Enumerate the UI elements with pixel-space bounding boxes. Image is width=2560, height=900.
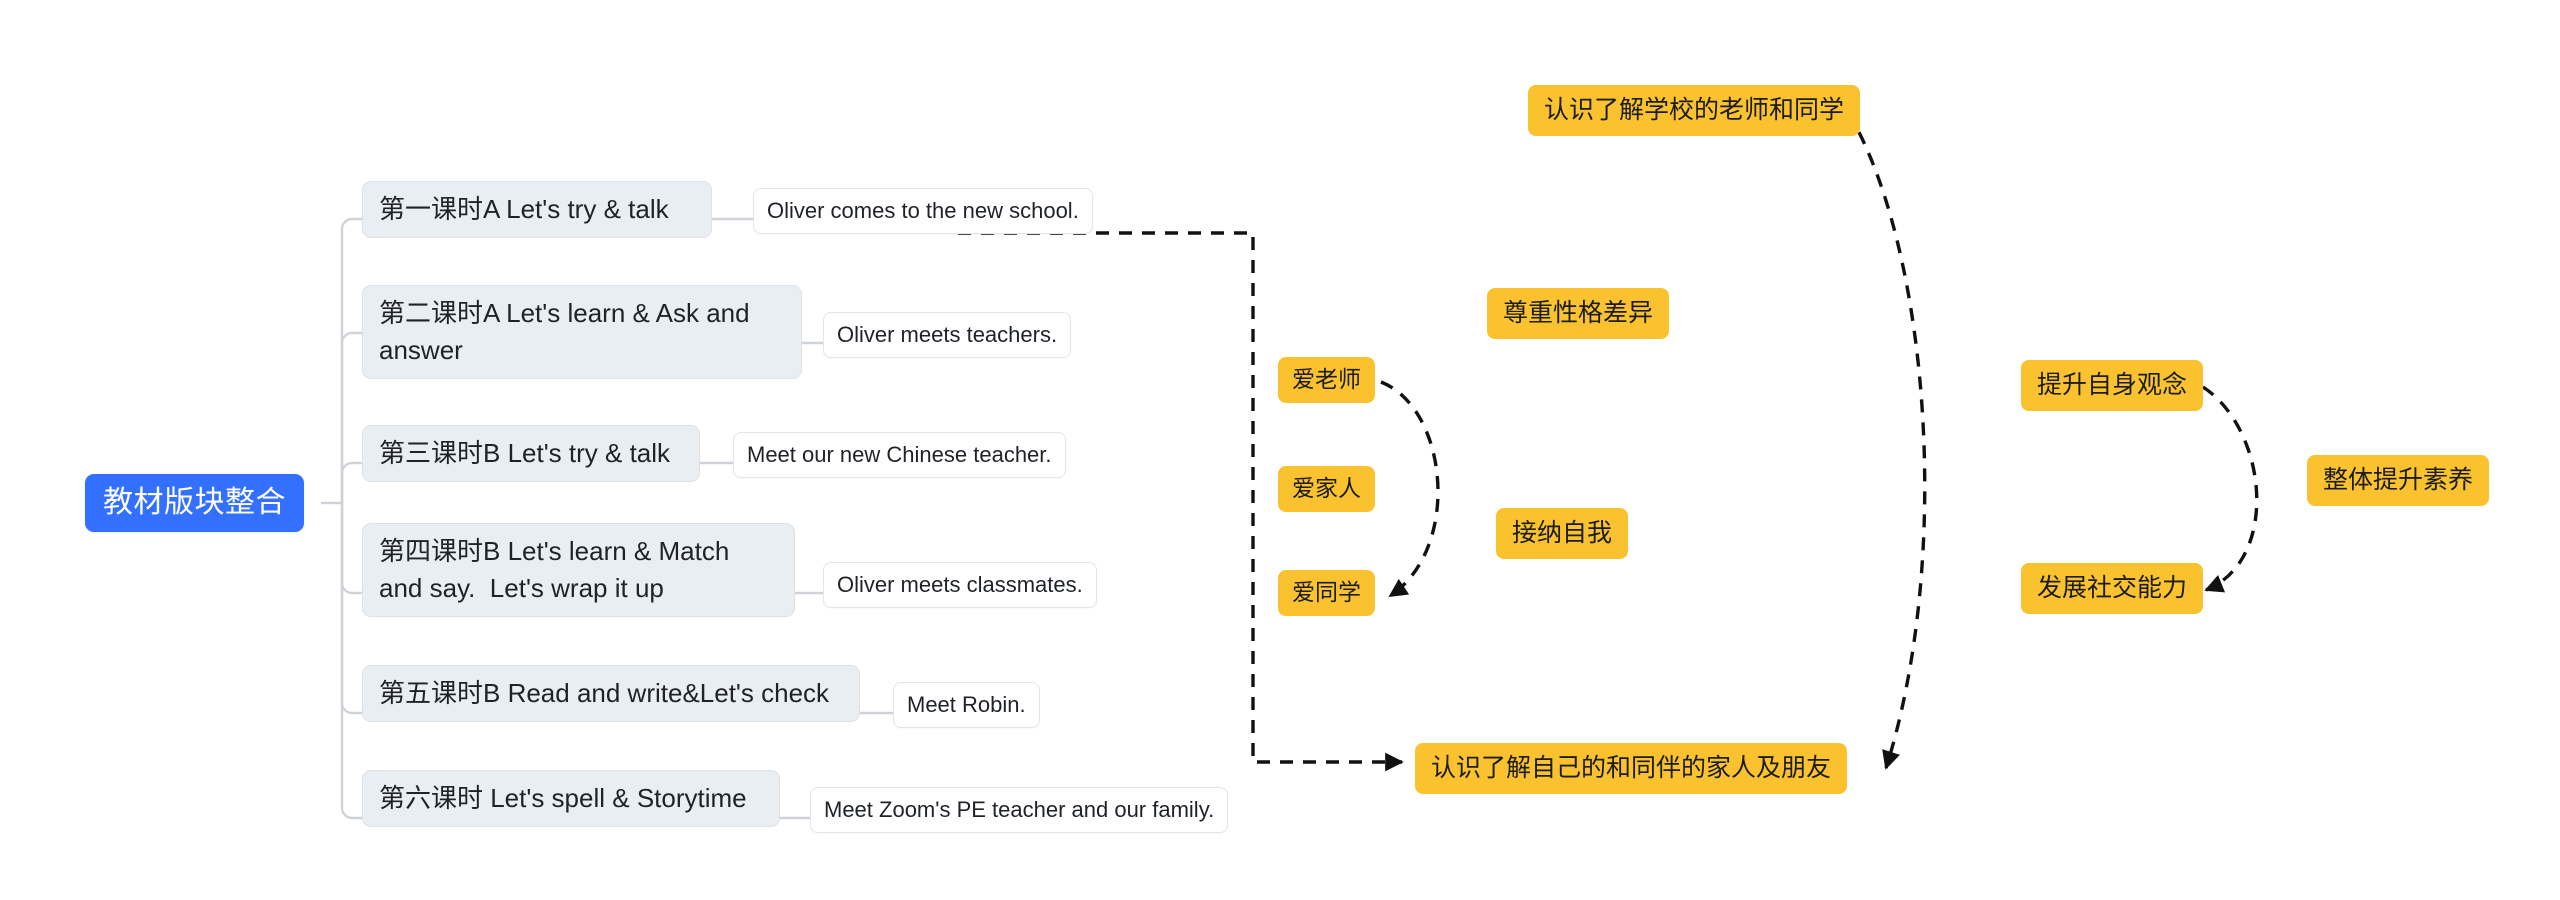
elbow-lesson-3 (340, 461, 364, 505)
goal-node-love-family[interactable]: 爱家人 (1278, 466, 1375, 512)
elbow-lesson-4 (340, 501, 364, 595)
goal-node-improve-self-concept[interactable]: 提升自身观念 (2021, 360, 2204, 411)
goal-node-accept-self[interactable]: 接纳自我 (1496, 508, 1629, 559)
goal-node-know-family-friends[interactable]: 认识了解自己的和同伴的家人及朋友 (1415, 743, 1848, 794)
sentence-node-1[interactable]: Oliver comes to the new school. (753, 188, 1093, 234)
lesson-node-3-label: 第三课时B Let's try & talk (379, 438, 671, 468)
lesson-node-5-label: 第五课时B Read and write&Let's check (379, 678, 830, 708)
lesson-node-1[interactable]: 第一课时A Let's try & talk (362, 181, 712, 238)
root-node-label: 教材版块整合 (103, 486, 286, 519)
goal-node-love-classmate-label: 爱同学 (1292, 579, 1361, 605)
dashed-arrow-school-people-to-family-friends (1846, 111, 1927, 770)
goal-node-love-teacher[interactable]: 爱老师 (1278, 357, 1375, 403)
lesson-node-6-label: 第六课时 Let's spell & Storytime (379, 783, 747, 813)
goal-node-social-skill[interactable]: 发展社交能力 (2021, 563, 2204, 614)
sentence-node-5-label: Meet Robin. (907, 692, 1026, 717)
lesson-node-3[interactable]: 第三课时B Let's try & talk (362, 425, 700, 482)
sentence-node-4-label: Oliver meets classmates. (837, 572, 1083, 597)
lesson-node-5[interactable]: 第五课时B Read and write&Let's check (362, 665, 860, 722)
goal-node-know-school-people[interactable]: 认识了解学校的老师和同学 (1528, 85, 1861, 136)
goal-node-love-classmate[interactable]: 爱同学 (1278, 570, 1375, 616)
goal-node-social-skill-label: 发展社交能力 (2037, 574, 2188, 602)
goal-node-know-family-friends-label: 认识了解自己的和同伴的家人及朋友 (1431, 754, 1832, 782)
goal-node-accept-self-label: 接纳自我 (1512, 519, 1613, 547)
elbow-lesson-6 (340, 501, 364, 820)
goal-node-love-family-label: 爱家人 (1292, 475, 1361, 501)
goal-node-respect-personality-label: 尊重性格差异 (1503, 299, 1654, 327)
goal-node-know-school-people-label: 认识了解学校的老师和同学 (1544, 96, 1845, 124)
mindmap-canvas: 教材版块整合 第一课时A Let's try & talk 第二课时A Let'… (0, 0, 2560, 900)
lesson-node-6[interactable]: 第六课时 Let's spell & Storytime (362, 770, 780, 827)
lesson-node-2[interactable]: 第二课时A Let's learn & Ask and answer (362, 285, 802, 379)
lesson-node-4[interactable]: 第四课时B Let's learn & Match and say. Let's… (362, 523, 795, 617)
sentence-node-2[interactable]: Oliver meets teachers. (823, 312, 1072, 358)
dashed-arrow-love-teacher-to-love-classmate (1380, 380, 1440, 598)
sentence-node-3-label: Meet our new Chinese teacher. (747, 442, 1052, 467)
elbow-lesson-5 (340, 501, 364, 715)
goal-node-overall-quality[interactable]: 整体提升素养 (2307, 455, 2490, 506)
sentence-node-6-label: Meet Zoom's PE teacher and our family. (824, 797, 1215, 822)
elbow-lesson-2 (340, 331, 364, 505)
sentence-node-2-label: Oliver meets teachers. (837, 322, 1058, 347)
lesson-node-1-label: 第一课时A Let's try & talk (379, 194, 669, 224)
sentence-node-6[interactable]: Meet Zoom's PE teacher and our family. (810, 787, 1229, 833)
goal-node-love-teacher-label: 爱老师 (1292, 366, 1361, 392)
sentence-node-4[interactable]: Oliver meets classmates. (823, 562, 1097, 608)
goal-node-respect-personality[interactable]: 尊重性格差异 (1487, 288, 1670, 339)
sentence-node-3[interactable]: Meet our new Chinese teacher. (733, 432, 1066, 478)
dashed-arrow-self-concept-to-social-skill (2202, 385, 2259, 593)
lesson-node-4-label: 第四课时B Let's learn & Match and say. Let's… (379, 536, 737, 603)
lesson-node-2-label: 第二课时A Let's learn & Ask and answer (379, 298, 757, 365)
sentence-node-5[interactable]: Meet Robin. (893, 682, 1040, 728)
goal-node-overall-quality-label: 整体提升素养 (2323, 466, 2474, 494)
elbow-lesson-1 (340, 217, 364, 505)
sentence-node-1-label: Oliver comes to the new school. (767, 198, 1079, 223)
goal-node-improve-self-concept-label: 提升自身观念 (2037, 371, 2188, 399)
root-node[interactable]: 教材版块整合 (85, 474, 304, 532)
